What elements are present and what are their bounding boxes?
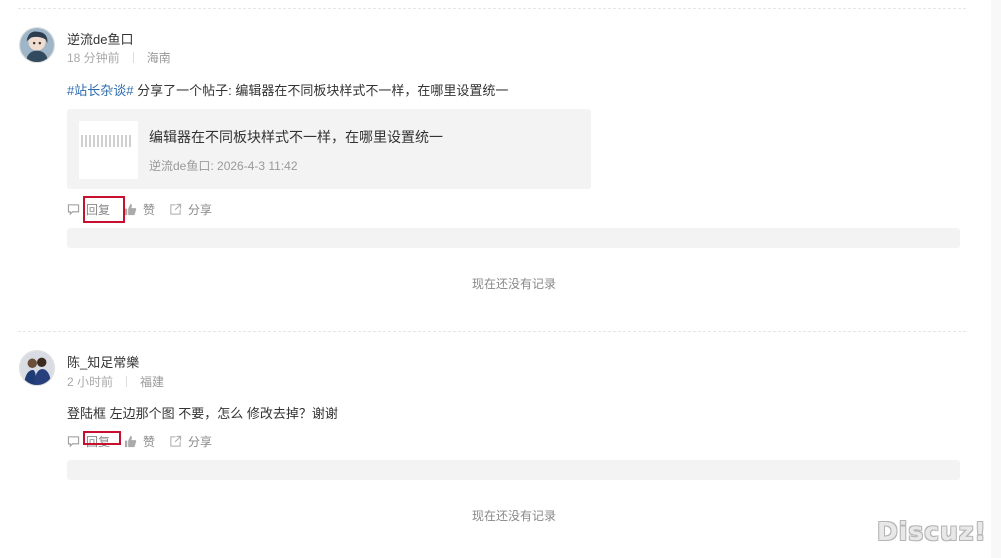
share-label: 分享 [188, 434, 213, 449]
thumbs-up-icon [124, 203, 137, 215]
avatar[interactable] [19, 27, 55, 63]
share-icon [170, 203, 182, 215]
post-content: 登陆框 左边那个图 不要，怎么 修改去掉？谢谢 [67, 406, 338, 421]
post-time: 18 分钟前 [67, 51, 120, 65]
post-location: 海南 [146, 51, 171, 65]
shared-post-title[interactable]: 编辑器在不同板块样式不一样，在哪里设置统一 [149, 127, 443, 147]
like-label: 赞 [143, 202, 156, 217]
like-button[interactable]: 赞 [124, 433, 155, 450]
post-text: 分享了一个帖子: 编辑器在不同板块样式不一样，在哪里设置统一 [137, 83, 509, 98]
share-icon [170, 435, 182, 447]
post-meta: 2 小时前 福建 [67, 373, 164, 390]
meta-separator [132, 52, 134, 63]
reply-input-bar[interactable] [67, 460, 960, 480]
discuz-watermark: Discuz! [877, 517, 987, 546]
divider [18, 331, 966, 332]
comment-feed: 逆流de鱼口 18 分钟前 海南 #站长杂谈# 分享了一个帖子: 编辑器在不同板… [0, 0, 1001, 558]
meta-separator [126, 376, 128, 387]
empty-replies-text: 现在还没有记录 [471, 277, 556, 291]
shared-post-meta: 逆流de鱼口: 2026-4-3 11:42 [149, 159, 298, 173]
post-time: 2 小时前 [67, 375, 114, 389]
avatar[interactable] [19, 350, 55, 386]
divider [18, 8, 966, 9]
shared-post-thumbnail [79, 121, 138, 179]
scrollbar[interactable] [991, 0, 1001, 558]
username[interactable]: 逆流de鱼口 [67, 29, 133, 48]
post-location: 福建 [140, 375, 165, 389]
share-button[interactable]: 分享 [169, 433, 212, 450]
shared-post-card[interactable]: 编辑器在不同板块样式不一样，在哪里设置统一 逆流de鱼口: 2026-4-3 1… [67, 109, 591, 189]
topic-link[interactable]: #站长杂谈# [67, 83, 133, 98]
comment-icon [67, 435, 80, 447]
reply-input-bar[interactable] [67, 228, 960, 248]
like-button[interactable]: 赞 [124, 201, 155, 218]
empty-replies-text: 现在还没有记录 [471, 509, 556, 523]
reply-highlight-box [83, 196, 125, 223]
username[interactable]: 陈_知足常樂 [67, 352, 139, 371]
comment-icon [67, 203, 80, 215]
reply-highlight-box [83, 431, 121, 445]
thumbs-up-icon [124, 435, 137, 447]
post-meta: 18 分钟前 海南 [67, 49, 171, 66]
like-label: 赞 [143, 434, 156, 449]
share-label: 分享 [188, 202, 213, 217]
share-button[interactable]: 分享 [169, 201, 212, 218]
post-content: #站长杂谈# 分享了一个帖子: 编辑器在不同板块样式不一样，在哪里设置统一 [67, 80, 508, 99]
